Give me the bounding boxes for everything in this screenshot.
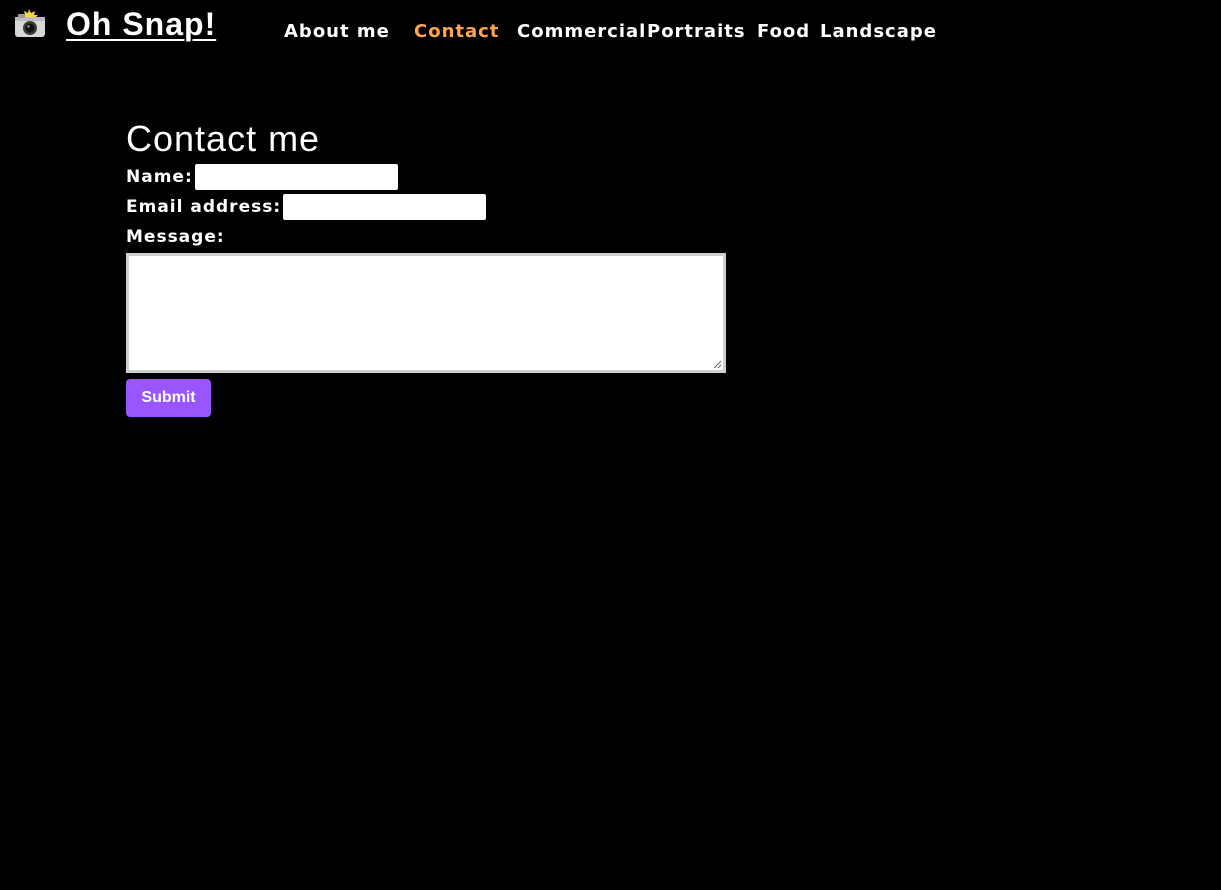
page-title: Contact me [126,118,321,159]
message-textarea-wrapper [126,253,726,373]
name-input[interactable] [194,164,398,190]
contact-section: Contact me Name: Email address: Message:… [126,116,826,417]
name-row: Name: [126,162,826,192]
nav-link-commercial[interactable]: Commercial [517,18,646,46]
site-title: Oh Snap! [66,6,217,42]
message-label: Message: [126,227,225,247]
camera-flash-icon [10,9,50,39]
email-row: Email address: [126,192,826,222]
nav-link-food[interactable]: Food [757,18,810,46]
submit-button[interactable]: Submit [126,379,211,417]
contact-form: Name: Email address: Message: Submit [126,162,826,417]
message-textarea[interactable] [126,253,726,373]
nav-link-contact[interactable]: Contact [414,18,499,46]
message-row: Message: [126,222,826,252]
site-logo-link[interactable]: Oh Snap! [10,4,216,44]
email-input[interactable] [283,194,487,220]
site-header: Oh Snap! About me Contact Commercial Por… [0,0,1221,60]
name-label: Name: [126,167,193,187]
nav-link-about-me[interactable]: About me [284,18,390,46]
email-label: Email address: [126,197,282,217]
nav-link-portraits[interactable]: Portraits [647,18,746,46]
nav-link-landscape[interactable]: Landscape [820,18,937,46]
